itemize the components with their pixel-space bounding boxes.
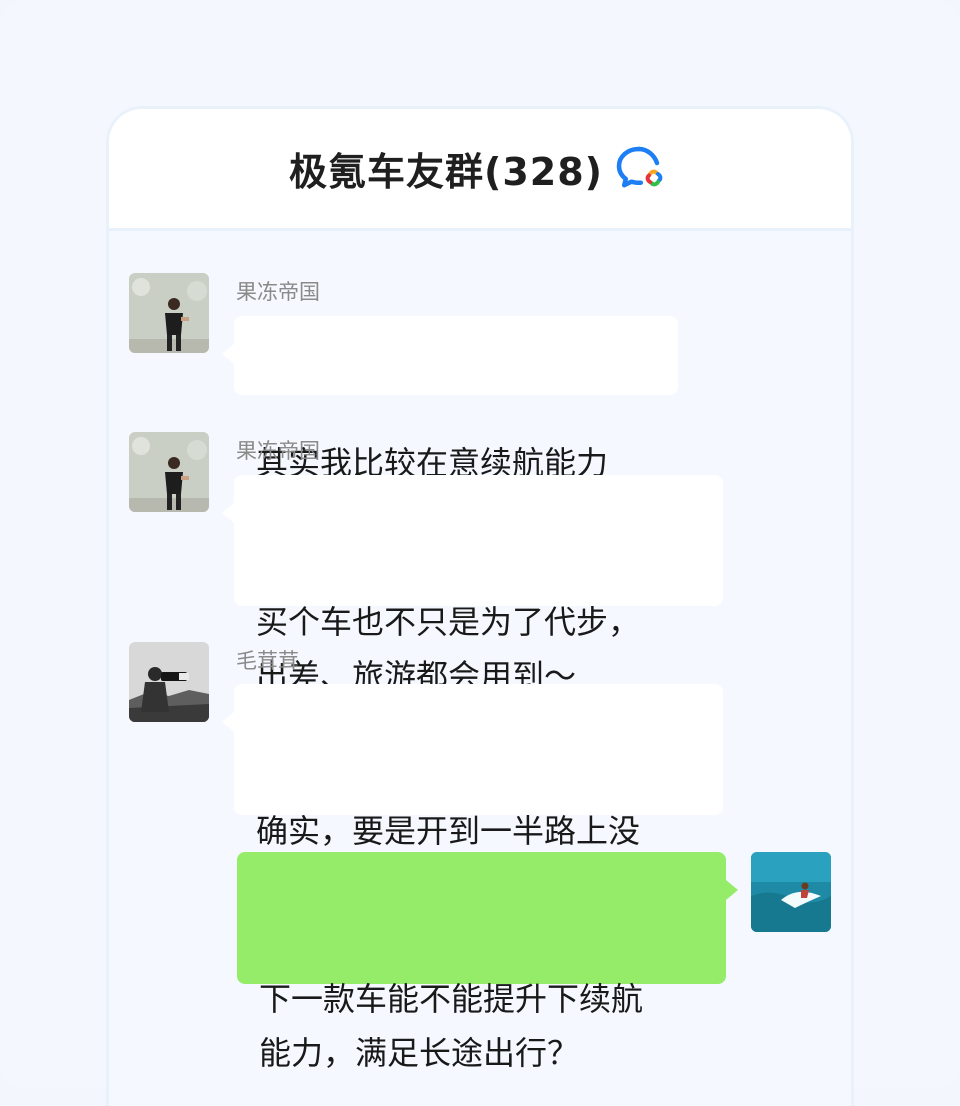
sender-name: 果冻帝国 xyxy=(236,280,320,304)
chat-title: 极氪车友群(328) xyxy=(288,150,604,194)
wecom-chat-icon xyxy=(616,146,663,187)
chat-header: 极氪车友群(328) xyxy=(109,109,851,231)
bubble-tail xyxy=(222,503,234,523)
sender-name: 毛茸茸 xyxy=(236,649,299,673)
avatar-maorongrong[interactable] xyxy=(129,642,209,722)
avatar-guodong[interactable] xyxy=(129,273,209,353)
avatar-guodong[interactable] xyxy=(129,432,209,512)
avatar-self[interactable] xyxy=(751,852,831,932)
message-bubble[interactable]: 其实我比较在意续航能力 xyxy=(222,316,678,482)
bubble-tail xyxy=(726,880,738,900)
message-bubble[interactable]: 买个车也不只是为了代步， 出差、旅游都会用到～ xyxy=(222,475,723,695)
message-bubble-self[interactable]: 下一款车能不能提升下续航 能力，满足长途出行？ xyxy=(237,852,738,1072)
bubble-tail xyxy=(222,344,234,364)
bubble-tail xyxy=(222,712,234,732)
sender-name: 果冻帝国 xyxy=(236,439,320,463)
message-bubble[interactable]: 确实，要是开到一半路上没 电就尴尬了... xyxy=(222,684,723,904)
